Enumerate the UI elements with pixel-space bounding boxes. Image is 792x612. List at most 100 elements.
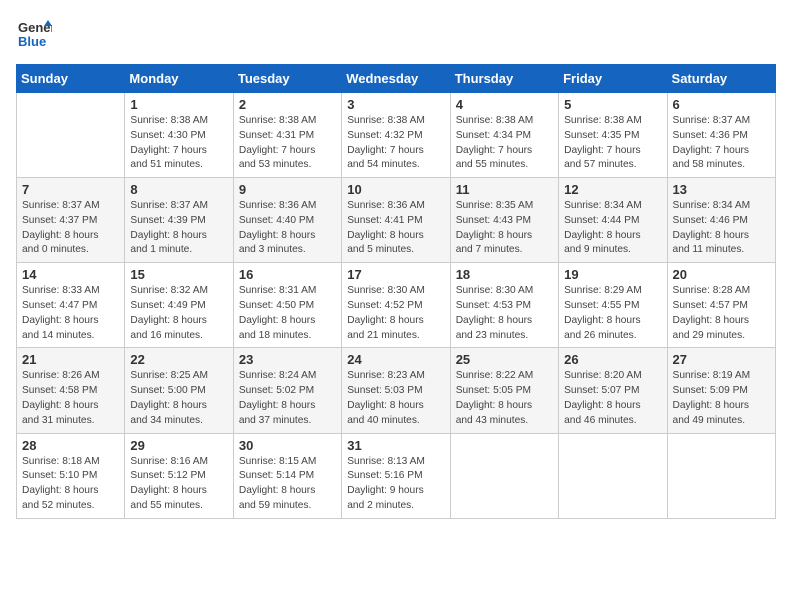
day-number: 31: [347, 438, 444, 453]
day-number: 13: [673, 182, 770, 197]
week-row-2: 7Sunrise: 8:37 AMSunset: 4:37 PMDaylight…: [17, 178, 776, 263]
day-info: Sunrise: 8:34 AMSunset: 4:44 PMDaylight:…: [564, 199, 661, 258]
calendar-cell: 27 Sunrise: 8:19 AMSunset: 5:09 PMDayligh…: [667, 348, 775, 433]
calendar-cell: 26Sunrise: 8:20 AMSunset: 5:07 PMDayligh…: [559, 348, 667, 433]
day-number: 6: [673, 97, 770, 112]
day-number: 15: [130, 267, 227, 282]
logo-icon: General Blue: [16, 16, 52, 52]
day-info: Sunrise: 8:30 AMSunset: 4:53 PMDaylight:…: [456, 284, 553, 343]
day-info: Sunrise: 8:22 AMSunset: 5:05 PMDaylight:…: [456, 369, 553, 428]
day-info: Sunrise: 8:35 AMSunset: 4:43 PMDaylight:…: [456, 199, 553, 258]
day-info: Sunrise: 8:28 AMSunset: 4:57 PMDaylight:…: [673, 284, 770, 343]
calendar-cell: 30 Sunrise: 8:15 AMSunset: 5:14 PMDayligh…: [233, 433, 341, 518]
day-number: 19: [564, 267, 661, 282]
day-number: 2: [239, 97, 336, 112]
calendar-cell: 7Sunrise: 8:37 AMSunset: 4:37 PMDaylight…: [17, 178, 125, 263]
calendar-cell: 22 Sunrise: 8:25 AMSunset: 5:00 PMDayligh…: [125, 348, 233, 433]
calendar-cell: 19 Sunrise: 8:29 AMSunset: 4:55 PMDayligh…: [559, 263, 667, 348]
day-info: Sunrise: 8:26 AMSunset: 4:58 PMDaylight:…: [22, 369, 119, 428]
weekday-header-thursday: Thursday: [450, 65, 558, 93]
day-info: Sunrise: 8:32 AMSunset: 4:49 PMDaylight:…: [130, 284, 227, 343]
calendar-table: SundayMondayTuesdayWednesdayThursdayFrid…: [16, 64, 776, 519]
day-info: Sunrise: 8:37 AMSunset: 4:39 PMDaylight:…: [130, 199, 227, 258]
calendar-cell: 18 Sunrise: 8:30 AMSunset: 4:53 PMDayligh…: [450, 263, 558, 348]
day-number: 5: [564, 97, 661, 112]
day-number: 12: [564, 182, 661, 197]
day-number: 18: [456, 267, 553, 282]
calendar-cell: 6 Sunrise: 8:37 AMSunset: 4:36 PMDaylight…: [667, 93, 775, 178]
day-number: 7: [22, 182, 119, 197]
calendar-cell: 16Sunrise: 8:31 AMSunset: 4:50 PMDayligh…: [233, 263, 341, 348]
day-info: Sunrise: 8:38 AMSunset: 4:30 PMDaylight:…: [130, 114, 227, 173]
day-info: Sunrise: 8:38 AMSunset: 4:31 PMDaylight:…: [239, 114, 336, 173]
weekday-header-friday: Friday: [559, 65, 667, 93]
day-info: Sunrise: 8:36 AMSunset: 4:40 PMDaylight:…: [239, 199, 336, 258]
day-number: 16: [239, 267, 336, 282]
weekday-header-tuesday: Tuesday: [233, 65, 341, 93]
calendar-cell: 25 Sunrise: 8:22 AMSunset: 5:05 PMDayligh…: [450, 348, 558, 433]
day-info: Sunrise: 8:13 AMSunset: 5:16 PMDaylight:…: [347, 455, 444, 514]
calendar-cell: 5 Sunrise: 8:38 AMSunset: 4:35 PMDaylight…: [559, 93, 667, 178]
calendar-cell: 20Sunrise: 8:28 AMSunset: 4:57 PMDayligh…: [667, 263, 775, 348]
day-info: Sunrise: 8:16 AMSunset: 5:12 PMDaylight:…: [130, 455, 227, 514]
day-number: 11: [456, 182, 553, 197]
day-number: 23: [239, 352, 336, 367]
day-info: Sunrise: 8:15 AMSunset: 5:14 PMDaylight:…: [239, 455, 336, 514]
day-info: Sunrise: 8:18 AMSunset: 5:10 PMDaylight:…: [22, 455, 119, 514]
calendar-cell: 8 Sunrise: 8:37 AMSunset: 4:39 PMDaylight…: [125, 178, 233, 263]
day-number: 14: [22, 267, 119, 282]
day-info: Sunrise: 8:38 AMSunset: 4:32 PMDaylight:…: [347, 114, 444, 173]
day-info: Sunrise: 8:25 AMSunset: 5:00 PMDaylight:…: [130, 369, 227, 428]
calendar-cell: 10 Sunrise: 8:36 AMSunset: 4:41 PMDayligh…: [342, 178, 450, 263]
day-info: Sunrise: 8:36 AMSunset: 4:41 PMDaylight:…: [347, 199, 444, 258]
week-row-1: 1 Sunrise: 8:38 AMSunset: 4:30 PMDaylight…: [17, 93, 776, 178]
calendar-cell: 11 Sunrise: 8:35 AMSunset: 4:43 PMDayligh…: [450, 178, 558, 263]
day-info: Sunrise: 8:34 AMSunset: 4:46 PMDaylight:…: [673, 199, 770, 258]
day-number: 10: [347, 182, 444, 197]
calendar-cell: [667, 433, 775, 518]
day-number: 27: [673, 352, 770, 367]
day-info: Sunrise: 8:37 AMSunset: 4:36 PMDaylight:…: [673, 114, 770, 173]
week-row-5: 28Sunrise: 8:18 AMSunset: 5:10 PMDayligh…: [17, 433, 776, 518]
logo: General Blue: [16, 16, 52, 52]
day-info: Sunrise: 8:19 AMSunset: 5:09 PMDaylight:…: [673, 369, 770, 428]
day-number: 29: [130, 438, 227, 453]
calendar-cell: 14 Sunrise: 8:33 AMSunset: 4:47 PMDayligh…: [17, 263, 125, 348]
day-info: Sunrise: 8:38 AMSunset: 4:35 PMDaylight:…: [564, 114, 661, 173]
day-info: Sunrise: 8:38 AMSunset: 4:34 PMDaylight:…: [456, 114, 553, 173]
week-row-4: 21 Sunrise: 8:26 AMSunset: 4:58 PMDayligh…: [17, 348, 776, 433]
svg-text:Blue: Blue: [18, 34, 46, 49]
calendar-cell: [559, 433, 667, 518]
weekday-header-wednesday: Wednesday: [342, 65, 450, 93]
week-row-3: 14 Sunrise: 8:33 AMSunset: 4:47 PMDayligh…: [17, 263, 776, 348]
calendar-cell: 31 Sunrise: 8:13 AMSunset: 5:16 PMDayligh…: [342, 433, 450, 518]
day-number: 30: [239, 438, 336, 453]
day-number: 22: [130, 352, 227, 367]
day-number: 26: [564, 352, 661, 367]
calendar-cell: 29 Sunrise: 8:16 AMSunset: 5:12 PMDayligh…: [125, 433, 233, 518]
weekday-header-row: SundayMondayTuesdayWednesdayThursdayFrid…: [17, 65, 776, 93]
calendar-cell: 21 Sunrise: 8:26 AMSunset: 4:58 PMDayligh…: [17, 348, 125, 433]
day-info: Sunrise: 8:33 AMSunset: 4:47 PMDaylight:…: [22, 284, 119, 343]
day-number: 8: [130, 182, 227, 197]
weekday-header-monday: Monday: [125, 65, 233, 93]
calendar-cell: 24Sunrise: 8:23 AMSunset: 5:03 PMDayligh…: [342, 348, 450, 433]
calendar-cell: 1 Sunrise: 8:38 AMSunset: 4:30 PMDaylight…: [125, 93, 233, 178]
calendar-cell: 15 Sunrise: 8:32 AMSunset: 4:49 PMDayligh…: [125, 263, 233, 348]
day-number: 4: [456, 97, 553, 112]
day-number: 9: [239, 182, 336, 197]
calendar-cell: 4 Sunrise: 8:38 AMSunset: 4:34 PMDaylight…: [450, 93, 558, 178]
day-info: Sunrise: 8:24 AMSunset: 5:02 PMDaylight:…: [239, 369, 336, 428]
weekday-header-sunday: Sunday: [17, 65, 125, 93]
calendar-cell: 12 Sunrise: 8:34 AMSunset: 4:44 PMDayligh…: [559, 178, 667, 263]
day-info: Sunrise: 8:30 AMSunset: 4:52 PMDaylight:…: [347, 284, 444, 343]
day-number: 24: [347, 352, 444, 367]
calendar-cell: 9 Sunrise: 8:36 AMSunset: 4:40 PMDaylight…: [233, 178, 341, 263]
calendar-cell: [450, 433, 558, 518]
day-number: 25: [456, 352, 553, 367]
calendar-cell: 28Sunrise: 8:18 AMSunset: 5:10 PMDayligh…: [17, 433, 125, 518]
day-number: 3: [347, 97, 444, 112]
day-number: 21: [22, 352, 119, 367]
day-info: Sunrise: 8:29 AMSunset: 4:55 PMDaylight:…: [564, 284, 661, 343]
day-number: 1: [130, 97, 227, 112]
